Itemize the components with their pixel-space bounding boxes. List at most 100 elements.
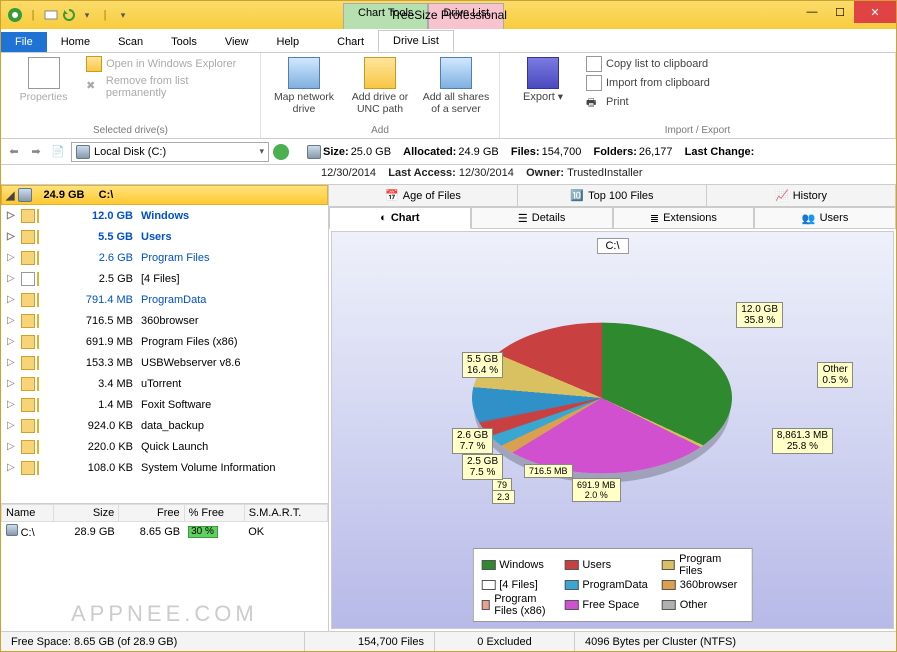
expand-icon[interactable]: ▷ xyxy=(7,273,19,284)
collapse-icon[interactable]: ◢ xyxy=(6,189,14,202)
tree-node[interactable]: ▷ 220.0 KB Quick Launch xyxy=(1,436,328,457)
add-shares-button[interactable]: Add all sharesof a server xyxy=(421,55,491,124)
callout: 2.6 GB7.7 % xyxy=(452,428,493,454)
tree-node[interactable]: ▷ 12.0 GB Windows xyxy=(1,205,328,226)
import-clipboard-button[interactable]: Import from clipboard xyxy=(584,74,712,92)
remove-label: Remove from list permanently xyxy=(106,75,250,99)
tree-node[interactable]: ▷ 153.3 MB USBWebserver v8.6 xyxy=(1,352,328,373)
qa-scan-icon[interactable] xyxy=(43,7,59,23)
node-name: Users xyxy=(141,231,172,243)
up-button[interactable]: 📄 xyxy=(49,145,67,158)
cell-smart: OK xyxy=(244,522,327,542)
context-tab-drive[interactable]: Drive List xyxy=(428,3,504,29)
tree-node[interactable]: ▷ 716.5 MB 360browser xyxy=(1,310,328,331)
tree-node[interactable]: ▷ 791.4 MB ProgramData xyxy=(1,289,328,310)
tree-node[interactable]: ▷ 691.9 MB Program Files (x86) xyxy=(1,331,328,352)
node-size: 791.4 MB xyxy=(81,294,139,306)
tab-home[interactable]: Home xyxy=(47,32,104,52)
folder-icon xyxy=(21,461,35,475)
node-name: uTorrent xyxy=(141,378,181,390)
subtab-users[interactable]: 👥Users xyxy=(754,207,896,229)
tree-node[interactable]: ▷ 1.4 MB Foxit Software xyxy=(1,394,328,415)
go-button[interactable] xyxy=(273,144,289,160)
properties-button[interactable]: Properties xyxy=(9,55,78,124)
table-row[interactable]: C:\ 28.9 GB 8.65 GB 30 % OK xyxy=(2,522,328,542)
tree-node[interactable]: ▷ 2.6 GB Program Files xyxy=(1,247,328,268)
import-icon xyxy=(586,75,602,91)
minimize-button[interactable]: — xyxy=(798,1,826,23)
qa-more-icon[interactable]: ▾ xyxy=(115,7,131,23)
stats-bar: Size:25.0 GB Allocated:24.9 GB Files:154… xyxy=(293,145,754,159)
expand-icon[interactable]: ▷ xyxy=(7,441,19,452)
open-explorer-button[interactable]: Open in Windows Explorer xyxy=(84,55,252,73)
maximize-button[interactable]: ☐ xyxy=(826,1,854,23)
expand-icon[interactable]: ▷ xyxy=(7,336,19,347)
context-tab-chart[interactable]: Chart Tools xyxy=(343,3,428,29)
forward-button[interactable]: ➡ xyxy=(27,145,45,158)
tree-node[interactable]: ▷ 924.0 KB data_backup xyxy=(1,415,328,436)
subtab-ext[interactable]: ≣Extensions xyxy=(613,207,755,229)
tree-root[interactable]: ◢ 24.9 GB C:\ xyxy=(1,185,328,205)
expand-icon[interactable]: ▷ xyxy=(7,399,19,410)
subtab-chart[interactable]: ◐Chart xyxy=(329,207,471,229)
address-bar[interactable]: Local Disk (C:) ▾ xyxy=(71,142,269,162)
legend-label: Program Files (x86) xyxy=(494,593,550,617)
col-pctfree[interactable]: % Free xyxy=(184,505,244,522)
expand-icon[interactable]: ▷ xyxy=(7,378,19,389)
tab-top100[interactable]: 🔟Top 100 Files xyxy=(518,185,707,206)
subtab-details[interactable]: ☰Details xyxy=(471,207,613,229)
node-name: ProgramData xyxy=(141,294,206,306)
expand-icon[interactable]: ▷ xyxy=(7,462,19,473)
expand-icon[interactable]: ▷ xyxy=(7,231,19,242)
qa-dropdown-icon[interactable]: ▾ xyxy=(79,7,95,23)
expand-icon[interactable]: ▷ xyxy=(7,294,19,305)
print-button[interactable]: 🖶Print xyxy=(584,93,712,111)
tab-help[interactable]: Help xyxy=(263,32,314,52)
tab-drive-list[interactable]: Drive List xyxy=(378,30,454,52)
export-icon xyxy=(527,57,559,89)
map-network-button[interactable]: Map networkdrive xyxy=(269,55,339,124)
legend-label: ProgramData xyxy=(582,579,647,591)
close-button[interactable]: ✕ xyxy=(854,1,896,23)
size-bar xyxy=(37,272,39,286)
export-button[interactable]: Export ▾ xyxy=(508,55,578,124)
tree-node[interactable]: ▷ 108.0 KB System Volume Information xyxy=(1,457,328,478)
copy-clipboard-button[interactable]: Copy list to clipboard xyxy=(584,55,712,73)
tab-chart[interactable]: Chart xyxy=(323,32,378,52)
dropdown-icon[interactable]: ▾ xyxy=(259,146,264,157)
remove-button[interactable]: ✖Remove from list permanently xyxy=(84,74,252,100)
tab-tools[interactable]: Tools xyxy=(157,32,211,52)
back-button[interactable]: ⬅ xyxy=(5,145,23,158)
tab-file[interactable]: File xyxy=(1,32,47,52)
expand-icon[interactable]: ▷ xyxy=(7,357,19,368)
qa-sep2: | xyxy=(97,7,113,23)
expand-icon[interactable]: ▷ xyxy=(7,420,19,431)
col-name[interactable]: Name xyxy=(2,505,54,522)
tree-node[interactable]: ▷ 2.5 GB [4 Files] xyxy=(1,268,328,289)
node-name: Quick Launch xyxy=(141,441,208,453)
qa-refresh-icon[interactable] xyxy=(61,7,77,23)
expand-icon[interactable]: ▷ xyxy=(7,210,19,221)
tab-view[interactable]: View xyxy=(211,32,263,52)
tree-node[interactable]: ▷ 5.5 GB Users xyxy=(1,226,328,247)
folder-icon xyxy=(21,377,35,391)
tab-history[interactable]: 📈History xyxy=(707,185,896,206)
tab-scan[interactable]: Scan xyxy=(104,32,157,52)
tree[interactable]: ◢ 24.9 GB C:\ ▷ 12.0 GB Windows▷ 5.5 GB … xyxy=(1,185,328,503)
tab-age[interactable]: 📅Age of Files xyxy=(329,185,518,206)
col-smart[interactable]: S.M.A.R.T. xyxy=(244,505,327,522)
tree-node[interactable]: ▷ 3.4 MB uTorrent xyxy=(1,373,328,394)
titlebar: | ▾ | ▾ Chart Tools Drive List TreeSize … xyxy=(1,1,896,29)
col-free[interactable]: Free xyxy=(119,505,184,522)
col-size[interactable]: Size xyxy=(53,505,118,522)
chart-area: C:\ 12.0 GB35.8 % Other0.5 % 8,861.3 MB2… xyxy=(331,231,894,629)
ribbon-tabs: File Home Scan Tools View Help Chart Dri… xyxy=(1,29,896,53)
folder-icon xyxy=(21,209,35,223)
legend-item: Other xyxy=(662,593,744,617)
ribbon-group-selected: Properties Open in Windows Explorer ✖Rem… xyxy=(1,53,261,138)
context-tabs: Chart Tools Drive List xyxy=(343,3,504,29)
callout: 716.5 MB xyxy=(524,464,573,478)
expand-icon[interactable]: ▷ xyxy=(7,315,19,326)
expand-icon[interactable]: ▷ xyxy=(7,252,19,263)
add-drive-button[interactable]: Add drive orUNC path xyxy=(345,55,415,124)
